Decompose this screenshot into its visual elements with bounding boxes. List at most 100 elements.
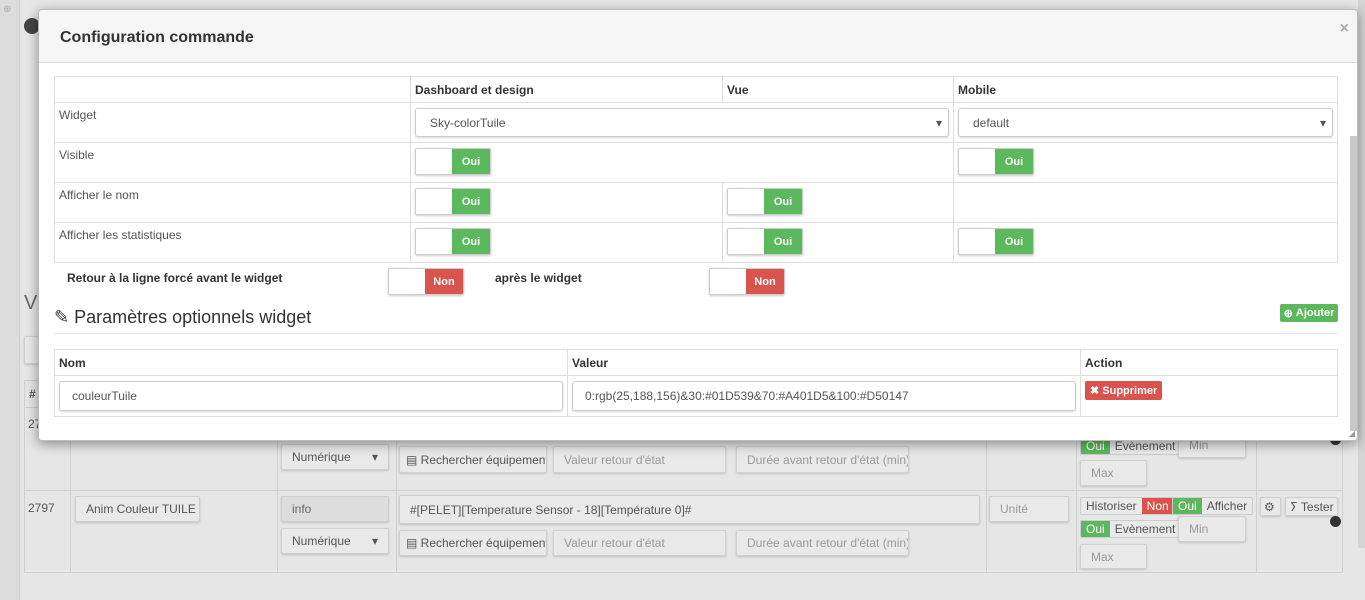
subtype-select[interactable]: Numérique ▾ xyxy=(281,528,389,554)
subtype-select[interactable]: Numérique ▾ xyxy=(281,444,389,470)
visible-dashboard-toggle[interactable]: Oui xyxy=(415,148,491,175)
line-break-after-label: après le widget xyxy=(495,271,582,285)
caret-down-icon: ▾ xyxy=(371,534,378,548)
mobile-widget-select[interactable]: default ▾ xyxy=(958,108,1333,137)
button-label: Ajouter xyxy=(1295,307,1335,319)
button-label: Supprimer xyxy=(1102,384,1158,397)
left-sidebar-strip xyxy=(0,0,20,600)
search-equipment-button[interactable]: ▤ Rechercher équipement xyxy=(399,530,547,556)
toggle-state: Non xyxy=(746,269,784,294)
config-command-modal: Configuration commande × Dashboard et de… xyxy=(38,9,1358,441)
toggle-state: Oui xyxy=(995,229,1033,254)
column-header-mobile: Mobile xyxy=(953,76,1338,103)
row-label-show-name: Afficher le nom xyxy=(54,182,411,223)
show-name-vue-toggle[interactable]: Oui xyxy=(727,188,803,215)
search-equipment-button[interactable]: ▤ Rechercher équipement xyxy=(399,446,547,473)
toggle-on: Oui xyxy=(1173,498,1202,514)
type-input: info xyxy=(281,496,389,522)
toggle-label: Historiser xyxy=(1086,499,1137,513)
unit-input[interactable]: Unité xyxy=(989,496,1069,522)
toggle-on: Oui xyxy=(1081,521,1110,537)
display-toggle[interactable]: Oui Afficher xyxy=(1172,497,1254,515)
duration-input[interactable]: Durée avant retour d'état (min) xyxy=(736,446,909,473)
caret-down-icon: ▾ xyxy=(1319,115,1326,130)
modal-title: Configuration commande xyxy=(60,29,254,46)
toggle-state: Oui xyxy=(764,189,802,214)
show-stats-vue-toggle[interactable]: Oui xyxy=(727,228,803,255)
row-label-visible: Visible xyxy=(54,142,411,183)
column-header-dashboard: Dashboard et design xyxy=(410,76,723,103)
button-label: Rechercher équipement xyxy=(420,536,547,550)
historize-toggle[interactable]: Historiser Non xyxy=(1080,497,1175,515)
row-id: 2797 xyxy=(28,501,55,515)
modal-scrollbar[interactable] xyxy=(1350,136,1357,431)
button-label: Rechercher équipement xyxy=(420,452,547,467)
list-icon: ▤ xyxy=(406,536,421,550)
column-header-vue: Vue xyxy=(722,76,954,103)
toggle-state: Oui xyxy=(764,229,802,254)
toggle-off: Non xyxy=(1141,498,1174,514)
expand-icon[interactable]: ⊕ xyxy=(3,4,11,15)
caret-down-icon: ▾ xyxy=(935,115,942,130)
duration-input[interactable]: Durée avant retour d'état (min) xyxy=(736,530,909,556)
close-icon[interactable]: × xyxy=(1340,20,1349,38)
event-toggle[interactable]: Oui Evènement xyxy=(1080,520,1182,538)
button-label: Tester xyxy=(1300,499,1334,514)
param-row: couleurTuile 0:rgb(25,188,156)&30:#01D53… xyxy=(54,375,1338,417)
command-textarea[interactable]: #[PELET][Temperature Sensor - 18][Tempér… xyxy=(399,495,980,524)
params-table: Nom Valeur Action couleurTuile 0:rgb(25,… xyxy=(54,349,1338,417)
select-value: default xyxy=(973,115,1010,130)
rss-icon: ⵢ xyxy=(1290,499,1301,514)
toggle-state: Oui xyxy=(452,189,490,214)
edit-icon: ✎ xyxy=(54,307,70,327)
return-value-input[interactable]: Valeur retour d'état xyxy=(553,530,726,556)
list-icon: ▤ xyxy=(406,452,421,467)
remove-icon[interactable] xyxy=(1330,516,1341,527)
max-input[interactable]: Max xyxy=(1080,544,1147,569)
column-header-id: # xyxy=(29,387,36,401)
times-icon: ✖ xyxy=(1090,385,1103,397)
toggle-state: Oui xyxy=(452,149,490,174)
min-input[interactable]: Min xyxy=(1178,516,1246,542)
gears-icon: ⚙ xyxy=(1264,499,1275,514)
row-label-widget: Widget xyxy=(54,102,411,143)
column-header-action: Action xyxy=(1080,349,1338,376)
row-label-show-stats: Afficher les statistiques xyxy=(54,222,411,263)
display-config-table: Dashboard et design Vue Mobile Widget Sk… xyxy=(54,76,1338,263)
plus-circle-icon: ⊕ xyxy=(1283,307,1296,320)
show-stats-mobile-toggle[interactable]: Oui xyxy=(958,228,1034,255)
param-value-input[interactable]: 0:rgb(25,188,156)&30:#01D539&70:#A401D5&… xyxy=(572,381,1076,411)
toggle-label: Afficher xyxy=(1206,499,1248,513)
advanced-config-button[interactable]: ⚙ xyxy=(1260,497,1281,516)
line-break-before-label: Retour à la ligne forcé avant le widget xyxy=(67,271,283,285)
test-button[interactable]: ⵢ Tester xyxy=(1285,497,1338,516)
params-title: Paramètres optionnels widget xyxy=(74,307,312,327)
modal-header: Configuration commande × xyxy=(39,10,1357,63)
toggle-state: Non xyxy=(425,269,463,294)
show-stats-dashboard-toggle[interactable]: Oui xyxy=(415,228,491,255)
select-value: Sky-colorTuile xyxy=(430,115,506,130)
column-header-value: Valeur xyxy=(567,349,1081,376)
max-input[interactable]: Max xyxy=(1080,460,1147,486)
column-header xyxy=(54,76,411,103)
divider xyxy=(54,333,1338,334)
param-name-input[interactable]: couleurTuile xyxy=(59,381,563,411)
line-break-after-toggle[interactable]: Non xyxy=(709,268,785,295)
toggle-state: Oui xyxy=(452,229,490,254)
dashboard-widget-select[interactable]: Sky-colorTuile ▾ xyxy=(415,108,949,137)
visible-mobile-toggle[interactable]: Oui xyxy=(958,148,1034,175)
command-name-input[interactable]: Anim Couleur TUILE xyxy=(75,496,200,522)
subtype-value: Numérique xyxy=(292,450,351,464)
toggle-state: Oui xyxy=(995,149,1033,174)
toggle-label: Evènement xyxy=(1114,522,1176,536)
line-break-before-toggle[interactable]: Non xyxy=(388,268,464,295)
caret-down-icon: ▾ xyxy=(371,450,378,464)
add-param-button[interactable]: ⊕ Ajouter xyxy=(1280,304,1338,322)
subtype-value: Numérique xyxy=(292,534,351,548)
show-name-dashboard-toggle[interactable]: Oui xyxy=(415,188,491,215)
resize-handle-icon[interactable]: ◢ xyxy=(1349,429,1355,438)
page-scrollbar[interactable] xyxy=(1358,0,1365,548)
delete-param-button[interactable]: ✖ Supprimer xyxy=(1085,381,1163,400)
return-value-input[interactable]: Valeur retour d'état xyxy=(553,446,726,473)
params-heading: ✎ Paramètres optionnels widget xyxy=(54,307,311,328)
